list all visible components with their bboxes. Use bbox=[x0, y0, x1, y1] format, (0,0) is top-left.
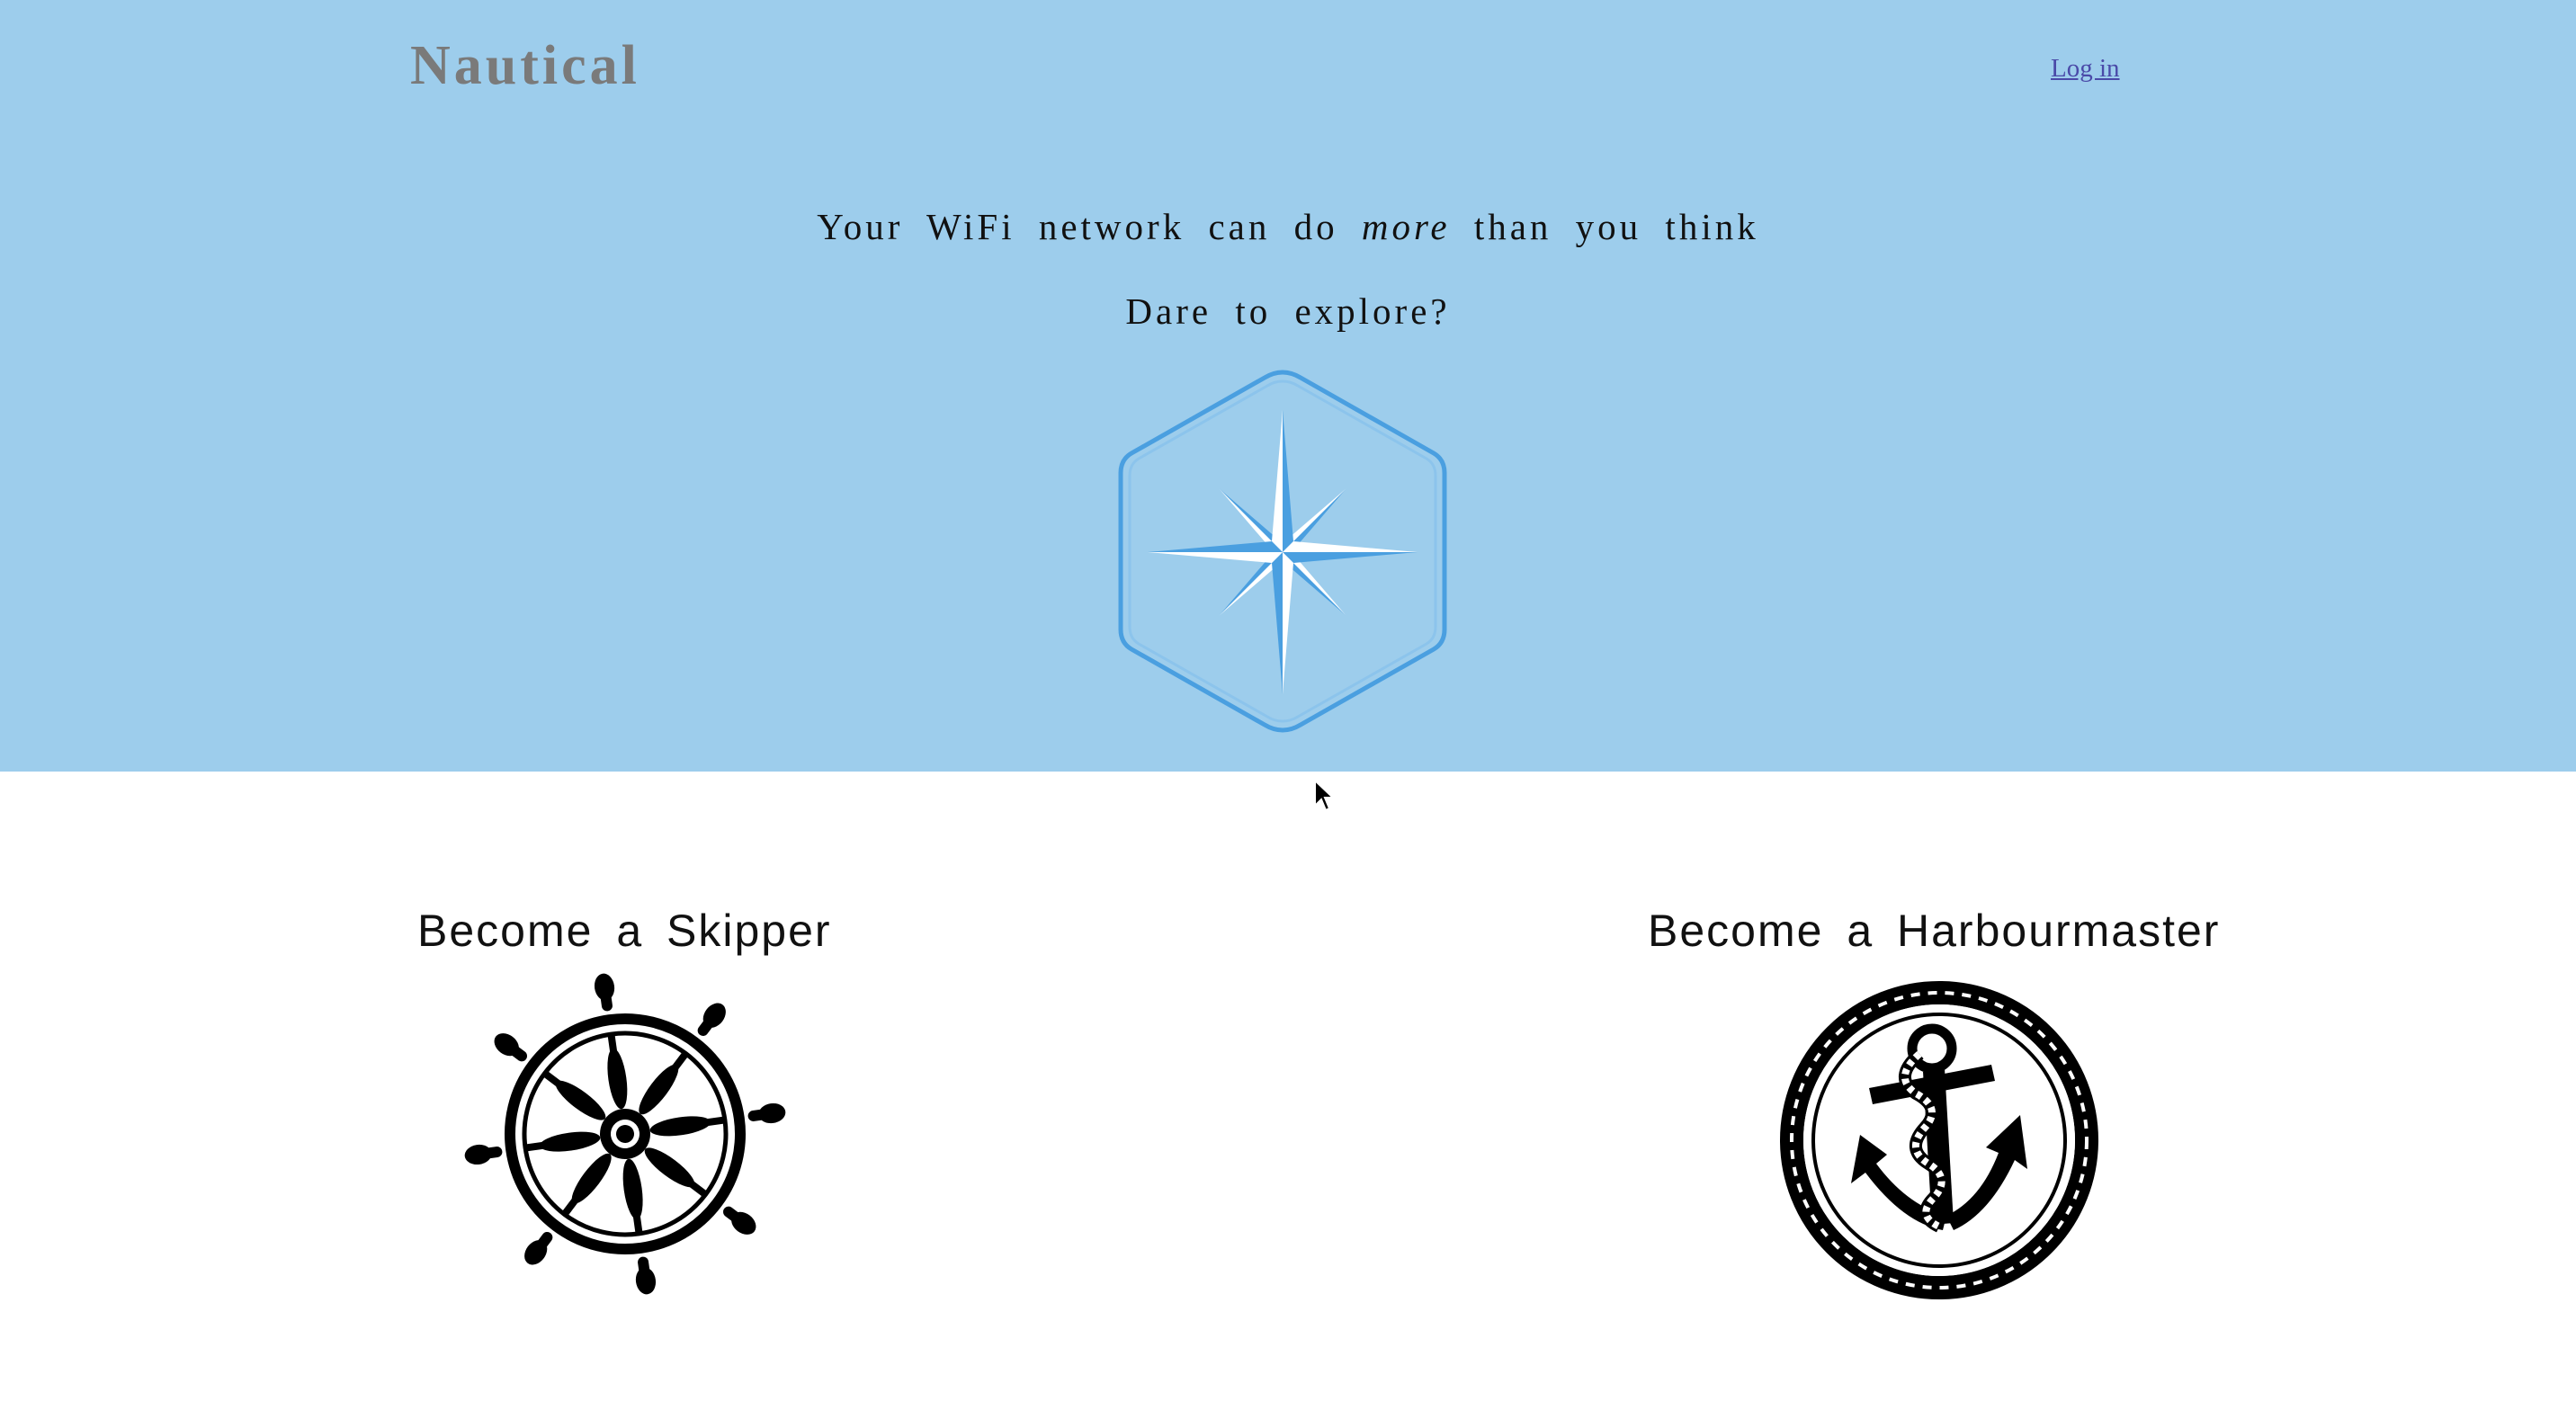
login-link[interactable]: Log in bbox=[2051, 54, 2120, 84]
landing-page: Nautical Log in Your WiFi network can do… bbox=[0, 0, 2576, 1410]
hero-subheadline: Dare to explore? bbox=[1125, 290, 1451, 332]
compass-rose-icon[interactable] bbox=[1112, 367, 1453, 736]
harbourmaster-title[interactable]: Become a Harbourmaster bbox=[1648, 905, 2220, 957]
headline-emphasis: more bbox=[1361, 206, 1451, 247]
mouse-cursor-icon bbox=[1314, 779, 1335, 812]
ship-wheel-icon[interactable] bbox=[459, 968, 792, 1300]
hero-banner: Nautical Log in Your WiFi network can do… bbox=[0, 0, 2576, 772]
headline-text-start: Your WiFi network can do bbox=[817, 206, 1362, 247]
headline-text-end: than you think bbox=[1450, 206, 1759, 247]
skipper-title[interactable]: Become a Skipper bbox=[417, 905, 832, 957]
anchor-icon[interactable] bbox=[1777, 978, 2101, 1302]
hero-headline: Your WiFi network can do more than you t… bbox=[0, 205, 2576, 248]
brand-logo: Nautical bbox=[410, 35, 640, 96]
